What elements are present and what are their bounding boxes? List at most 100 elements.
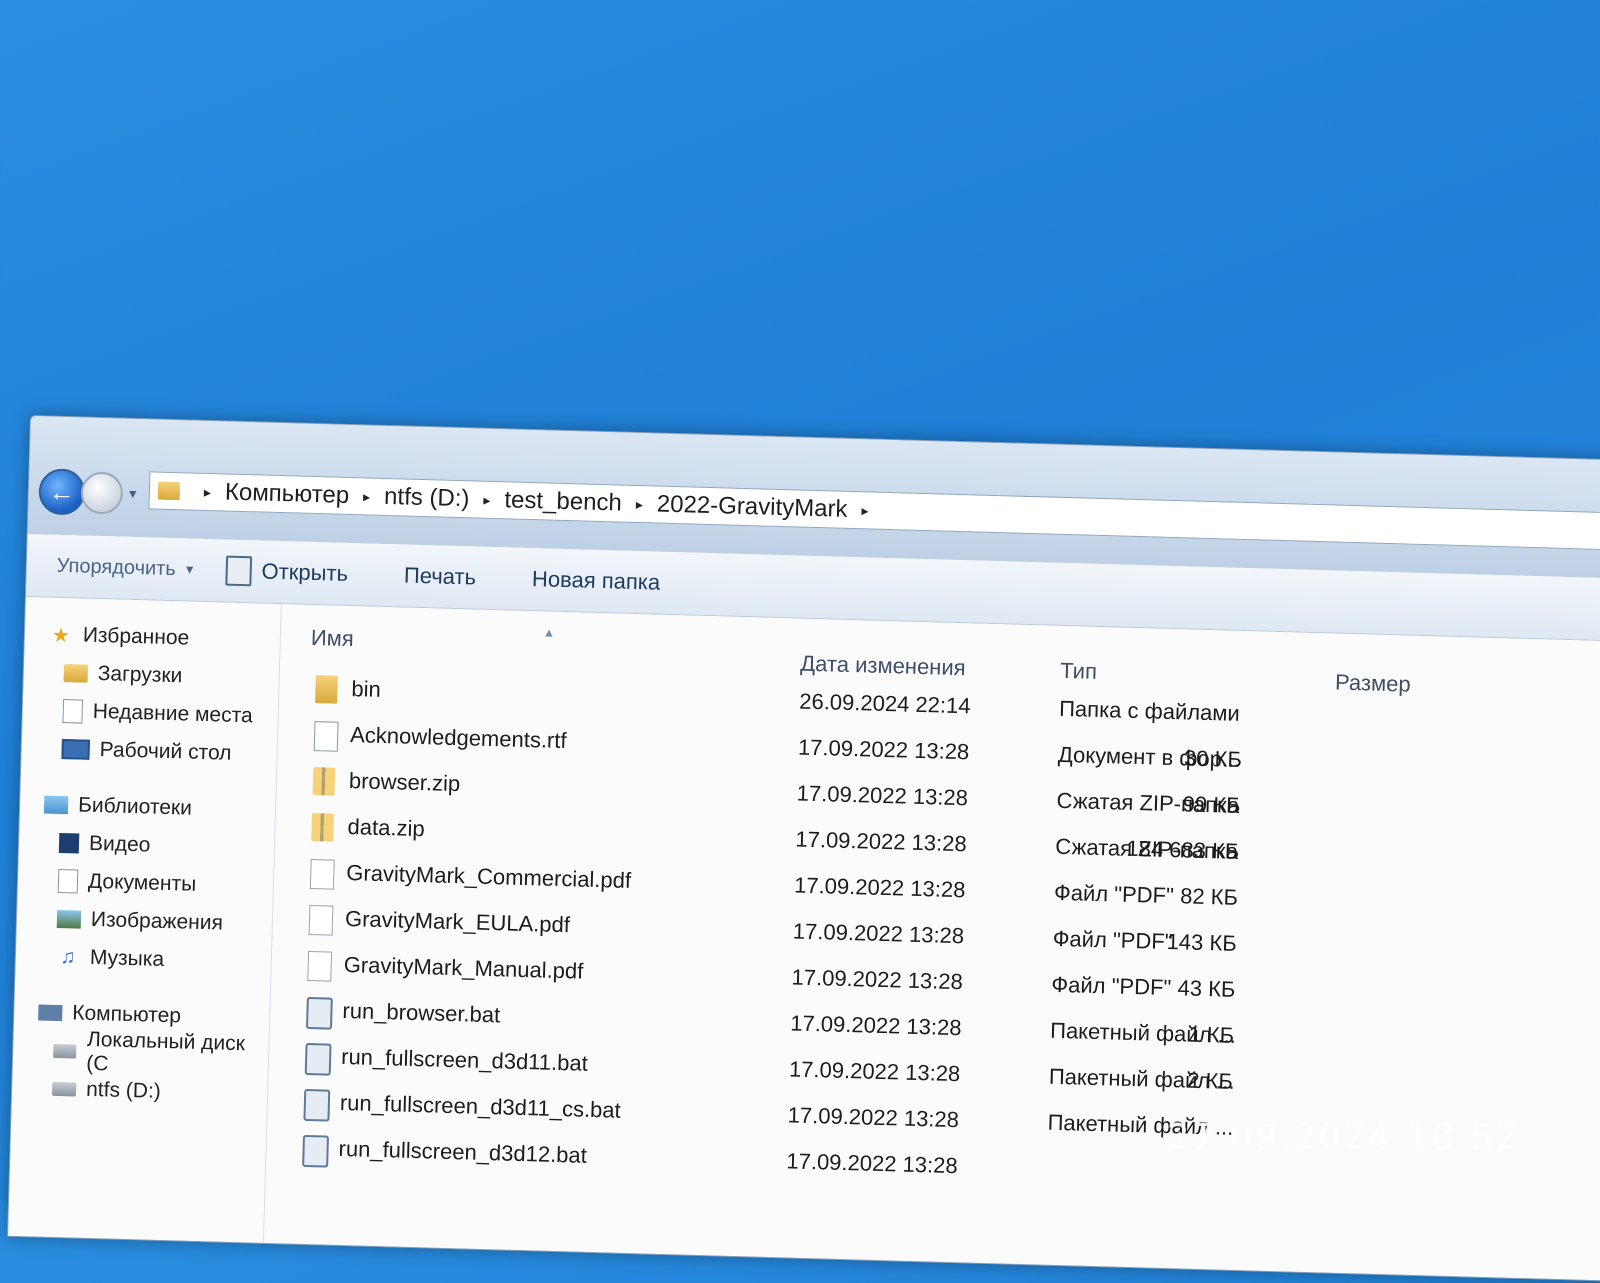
chevron-right-icon[interactable]: ▸ [861,502,868,519]
file-date: 17.09.2022 13:28 [796,780,969,811]
file-name: data.zip [347,814,426,842]
new-folder-button[interactable]: Новая папка [532,566,661,596]
sidebar-item-label: Музыка [89,945,165,971]
breadcrumb-gravitymark[interactable]: 2022-GravityMark [656,491,847,524]
chevron-right-icon[interactable]: ▸ [483,491,490,508]
file-size: 2 КБ [1186,1067,1234,1094]
bat-icon [302,1134,329,1168]
file-list: Имя ▲ Дата изменения Тип Размер bin 26.09… [263,604,1600,1282]
print-button[interactable]: Печать [404,563,477,591]
sort-ascending-icon: ▲ [542,625,556,640]
computer-icon [38,1004,63,1022]
file-size: 143 КБ [1166,928,1238,956]
file-date: 26.09.2024 22:14 [798,688,971,719]
computer-group: Компьютер Локальный диск (C ntfs (D:) [12,993,270,1114]
favorites-group: ★ Избранное Загрузки Недавние места Рабоч… [21,615,280,774]
file-size: 43 КБ [1177,975,1236,1002]
sidebar-item-label: Видео [88,831,151,857]
sidebar-item-label: Рабочий стол [99,738,232,765]
chevron-down-icon: ▼ [183,562,196,577]
sidebar-item-label: Загрузки [97,661,183,688]
breadcrumb-test-bench[interactable]: test_bench [504,486,622,517]
file-name: run_fullscreen_d3d11_cs.bat [339,1089,622,1123]
libraries-group: Библиотеки Видео Документы Изображения ♫… [15,785,275,982]
breadcrumb: ▸ Компьютер ▸ ntfs (D:) ▸ test_bench ▸ 2… [190,478,883,525]
sidebar-item-music[interactable]: ♫ Музыка [15,937,271,982]
organize-button[interactable]: Упорядочить ▼ [56,554,196,581]
file-date: 17.09.2022 13:28 [797,734,970,765]
file-name: Acknowledgements.rtf [349,722,567,754]
file-name: GravityMark_Manual.pdf [343,951,584,984]
breadcrumb-ntfs[interactable]: ntfs (D:) [384,483,470,513]
folder-icon [315,675,338,704]
photo-timestamp: 27.09.2024 18:52 [1166,1117,1520,1158]
zip-icon [311,813,334,842]
bat-icon [304,1042,332,1076]
chevron-right-icon[interactable]: ▸ [204,483,211,500]
drive-icon [51,1081,77,1097]
sidebar-item-label: Недавние места [92,699,254,728]
file-name: GravityMark_EULA.pdf [344,905,571,938]
chevron-right-icon[interactable]: ▸ [636,495,643,512]
file-name: run_browser.bat [342,997,501,1028]
bat-icon [305,996,333,1030]
sidebar-item-label: Документы [87,869,197,896]
file-date: 17.09.2022 13:28 [792,918,965,949]
sidebar-item-label: Избранное [82,623,190,650]
file-type: Файл "PDF" [1051,971,1172,1001]
folder-icon [157,481,181,501]
video-icon [58,832,80,854]
documents-icon [57,868,79,894]
file-size: 184 683 КБ [1126,835,1240,864]
desktop-icon [61,739,90,760]
file-date: 17.09.2022 13:28 [795,826,968,857]
file-date: 17.09.2022 13:28 [786,1148,959,1179]
open-label: Открыть [261,558,349,586]
arrow-left-icon: ← [48,476,76,507]
sidebar-item-desktop[interactable]: Рабочий стол [21,729,277,774]
file-type: Файл "PDF" [1053,879,1175,909]
file-name: browser.zip [348,768,461,797]
drive-icon [53,1043,77,1059]
rtf-icon [313,721,339,752]
file-type: Папка с файлами [1058,695,1241,726]
back-button[interactable]: ← [38,468,86,516]
star-icon: ★ [51,624,71,647]
file-date: 17.09.2022 13:28 [793,872,966,903]
column-name[interactable]: Имя [311,625,355,652]
file-date: 17.09.2022 13:28 [787,1102,960,1133]
sidebar-item-label: ntfs (D:) [85,1077,162,1103]
file-type: Файл "PDF" [1052,925,1173,955]
file-date: 17.09.2022 13:28 [791,964,964,995]
column-date[interactable]: Дата изменения [800,651,966,682]
file-name: run_fullscreen_d3d12.bat [338,1135,588,1168]
open-button[interactable]: Открыть [225,555,349,589]
music-icon: ♫ [60,945,76,968]
file-name: run_fullscreen_d3d11.bat [340,1043,589,1076]
column-size[interactable]: Размер [1335,670,1411,698]
file-date: 17.09.2022 13:28 [788,1056,961,1087]
forward-button[interactable] [80,471,124,515]
breadcrumb-computer[interactable]: Компьютер [225,478,350,509]
recent-places-icon [62,699,84,724]
open-icon [225,555,253,587]
chevron-right-icon[interactable]: ▸ [363,488,370,505]
pdf-icon [309,859,335,890]
navigation-pane: ★ Избранное Загрузки Недавние места Рабоч… [8,596,282,1243]
file-name: GravityMark_Commercial.pdf [345,860,632,893]
sidebar-item-label: Изображения [90,907,224,935]
folder-icon [63,664,89,683]
sidebar-item-label: Библиотеки [77,793,193,820]
images-icon [56,909,82,929]
chevron-down-icon[interactable]: ▼ [127,487,139,501]
sidebar-item-label: Компьютер [72,1001,182,1028]
file-size: 1 КБ [1188,1021,1235,1048]
libraries-icon [43,795,69,815]
pdf-icon [307,950,333,982]
column-type[interactable]: Тип [1060,658,1097,685]
nav-buttons: ← ▼ [38,468,139,517]
organize-label: Упорядочить [56,554,177,580]
bat-icon [303,1088,331,1122]
address-bar[interactable]: ▸ Компьютер ▸ ntfs (D:) ▸ test_bench ▸ 2… [148,471,1600,552]
file-size: 82 КБ [1179,883,1239,910]
